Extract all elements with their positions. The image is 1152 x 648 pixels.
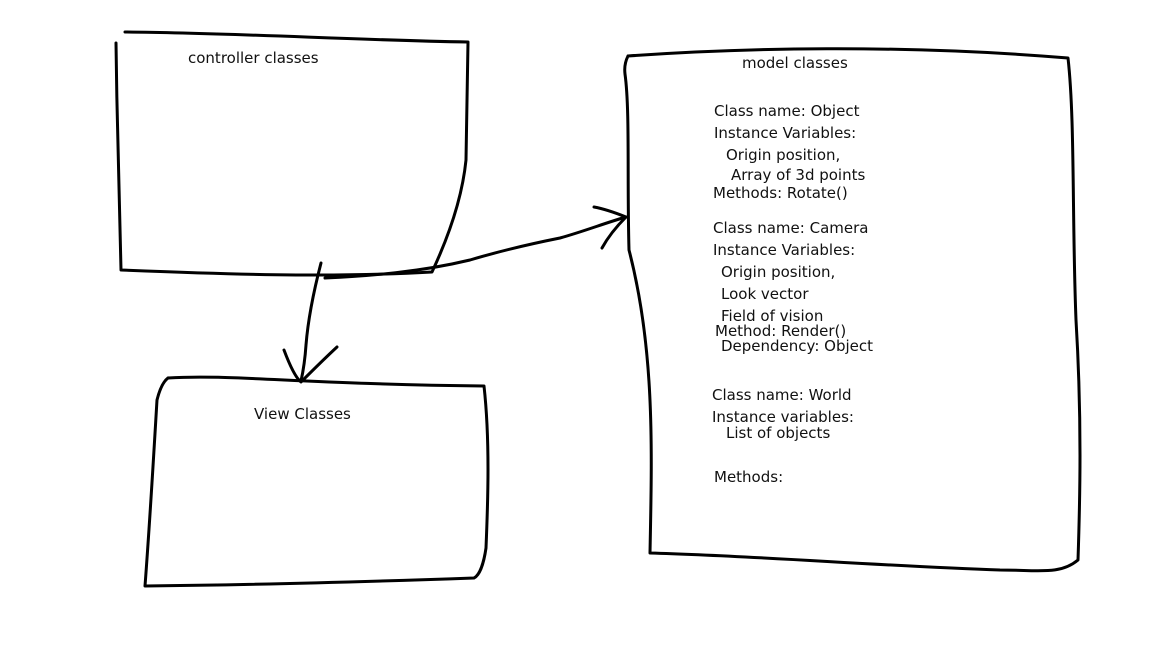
model-line: Array of 3d points (731, 166, 866, 184)
model-line: Origin position, (726, 146, 841, 164)
view-box-title: View Classes (254, 405, 351, 423)
model-line: Methods: Rotate() (713, 184, 848, 202)
model-line: Look vector (721, 285, 809, 303)
controller-box-title: controller classes (188, 49, 319, 67)
model-box-title: model classes (742, 54, 848, 72)
diagram-canvas (114, 30, 1082, 588)
model-line: Class name: World (712, 386, 852, 404)
model-line: Methods: (714, 468, 784, 486)
arrow-controller-to-model (323, 215, 628, 280)
arrowhead-model (592, 205, 628, 250)
model-line: Class name: Camera (713, 219, 869, 237)
arrowhead-view (282, 345, 339, 384)
model-line: Instance Variables: (713, 241, 856, 259)
model-line: Class name: Object (714, 102, 860, 120)
model-line: List of objects (726, 424, 831, 442)
model-line: Origin position, (721, 263, 836, 281)
model-line: Instance Variables: (714, 124, 857, 142)
controller-box (114, 30, 470, 277)
model-line: Dependency: Object (721, 337, 873, 355)
